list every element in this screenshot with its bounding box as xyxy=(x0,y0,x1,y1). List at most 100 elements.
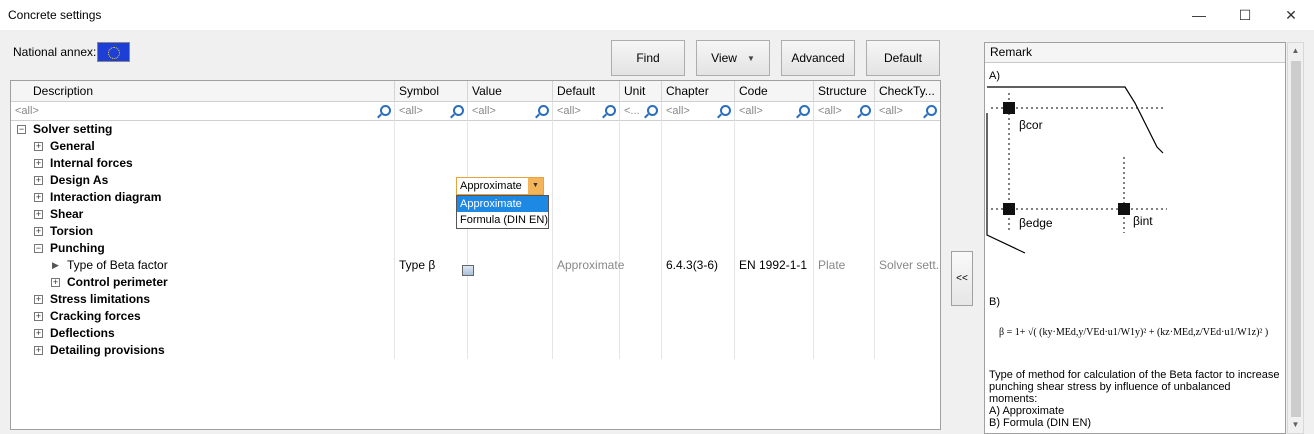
collapse-icon[interactable]: − xyxy=(17,125,26,134)
col-symbol[interactable]: Symbol xyxy=(395,81,468,102)
collapse-remark-button[interactable]: << xyxy=(951,251,973,306)
column-divider xyxy=(734,206,735,223)
column-divider xyxy=(813,308,814,325)
scroll-thumb[interactable] xyxy=(1291,61,1301,417)
col-structure[interactable]: Structure xyxy=(814,81,875,102)
col-checktype[interactable]: CheckTy... xyxy=(875,81,940,102)
column-divider xyxy=(619,342,620,359)
eu-flag-icon[interactable] xyxy=(97,42,130,62)
remark-line: Type of method for calculation of the Be… xyxy=(989,369,1280,381)
tree-row-deflections[interactable]: + Deflections xyxy=(11,325,940,342)
column-divider xyxy=(467,274,468,291)
option-approximate[interactable]: Approximate xyxy=(457,196,548,212)
search-icon[interactable] xyxy=(720,105,731,116)
detailing-checkbox[interactable] xyxy=(462,265,474,276)
column-divider xyxy=(552,206,553,223)
expand-icon[interactable]: + xyxy=(51,278,60,287)
col-value[interactable]: Value xyxy=(468,81,553,102)
chevron-down-icon: ▼ xyxy=(746,53,755,63)
column-divider xyxy=(813,223,814,240)
tree-row-solver-setting[interactable]: − Solver setting xyxy=(11,121,940,138)
column-divider xyxy=(661,325,662,342)
filter-code[interactable]: <all> xyxy=(735,102,814,121)
find-button[interactable]: Find xyxy=(611,40,685,76)
expand-icon[interactable]: + xyxy=(34,159,43,168)
column-divider xyxy=(619,206,620,223)
find-button-label: Find xyxy=(636,51,660,65)
scroll-up-icon[interactable]: ▲ xyxy=(1288,43,1303,59)
col-chapter[interactable]: Chapter xyxy=(662,81,735,102)
column-divider xyxy=(552,325,553,342)
column-divider xyxy=(874,291,875,308)
search-icon[interactable] xyxy=(799,105,810,116)
search-icon[interactable] xyxy=(860,105,871,116)
tree-row-internal-forces[interactable]: + Internal forces xyxy=(11,155,940,172)
column-divider xyxy=(661,274,662,291)
filter-default[interactable]: <all> xyxy=(553,102,620,121)
filter-unit[interactable]: <... xyxy=(620,102,662,121)
slab-outline-top xyxy=(987,86,1164,154)
column-divider xyxy=(874,240,875,257)
expand-icon[interactable]: + xyxy=(34,210,43,219)
col-code[interactable]: Code xyxy=(735,81,814,102)
row-label: Interaction diagram xyxy=(50,190,162,204)
column-divider xyxy=(874,223,875,240)
column-divider xyxy=(734,155,735,172)
expand-icon[interactable]: + xyxy=(34,176,43,185)
search-icon[interactable] xyxy=(647,105,658,116)
tree-row-cracking-forces[interactable]: + Cracking forces xyxy=(11,308,940,325)
column-divider xyxy=(394,172,395,189)
expand-icon[interactable]: + xyxy=(34,142,43,151)
expand-icon[interactable]: + xyxy=(34,329,43,338)
chevron-down-icon[interactable]: ▼ xyxy=(528,178,543,194)
search-icon[interactable] xyxy=(453,105,464,116)
tree-row-stress-limitations[interactable]: + Stress limitations xyxy=(11,291,940,308)
tree-row-general[interactable]: + General xyxy=(11,138,940,155)
search-icon[interactable] xyxy=(605,105,616,116)
column-divider xyxy=(661,121,662,138)
expand-icon[interactable]: + xyxy=(34,193,43,202)
expand-icon[interactable]: + xyxy=(34,227,43,236)
search-icon[interactable] xyxy=(926,105,937,116)
close-button[interactable]: ✕ xyxy=(1268,0,1314,30)
column-divider xyxy=(467,138,468,155)
col-unit[interactable]: Unit xyxy=(620,81,662,102)
filter-value[interactable]: <all> xyxy=(468,102,553,121)
collapse-icon[interactable]: − xyxy=(34,244,43,253)
column-divider xyxy=(394,155,395,172)
filter-chapter[interactable]: <all> xyxy=(662,102,735,121)
expand-icon[interactable]: + xyxy=(34,346,43,355)
value-combobox[interactable]: Approximate ▼ xyxy=(456,177,544,195)
advanced-button[interactable]: Advanced xyxy=(781,40,855,76)
row-label: Detailing provisions xyxy=(50,343,165,357)
scroll-down-icon[interactable]: ▼ xyxy=(1288,417,1303,433)
search-icon[interactable] xyxy=(538,105,549,116)
col-default[interactable]: Default xyxy=(553,81,620,102)
minimize-button[interactable]: — xyxy=(1176,0,1222,30)
column-divider xyxy=(661,308,662,325)
filter-text: <all> xyxy=(739,105,763,117)
option-formula-din-en[interactable]: Formula (DIN EN) xyxy=(457,212,548,228)
col-description[interactable]: Description xyxy=(11,81,395,102)
search-icon[interactable] xyxy=(380,105,391,116)
column-divider xyxy=(661,138,662,155)
expand-icon[interactable]: + xyxy=(34,312,43,321)
filter-structure[interactable]: <all> xyxy=(814,102,875,121)
column-divider xyxy=(394,291,395,308)
tree-row-punching[interactable]: − Punching xyxy=(11,240,940,257)
column-divider xyxy=(661,342,662,359)
tree-row-detailing-provisions[interactable]: + Detailing provisions xyxy=(11,342,940,359)
filter-text: <all> xyxy=(666,105,690,117)
maximize-button[interactable]: ☐ xyxy=(1222,0,1268,30)
view-button[interactable]: View ▼ xyxy=(696,40,770,76)
filter-description[interactable]: <all> xyxy=(11,102,395,121)
filter-row: <all> <all> <all> <all> <... <all> <all>… xyxy=(11,102,940,121)
tree-row-control-perimeter[interactable]: + Control perimeter xyxy=(11,274,940,291)
filter-checktype[interactable]: <all> xyxy=(875,102,940,121)
filter-symbol[interactable]: <all> xyxy=(395,102,468,121)
default-button[interactable]: Default xyxy=(866,40,940,76)
expand-icon[interactable]: + xyxy=(34,295,43,304)
column-divider xyxy=(619,325,620,342)
tree-row-type-of-beta-factor[interactable]: ▶ Type of Beta factor Type β Approximate 6.4… xyxy=(11,257,940,274)
remark-scrollbar[interactable]: ▲ ▼ xyxy=(1287,42,1304,434)
